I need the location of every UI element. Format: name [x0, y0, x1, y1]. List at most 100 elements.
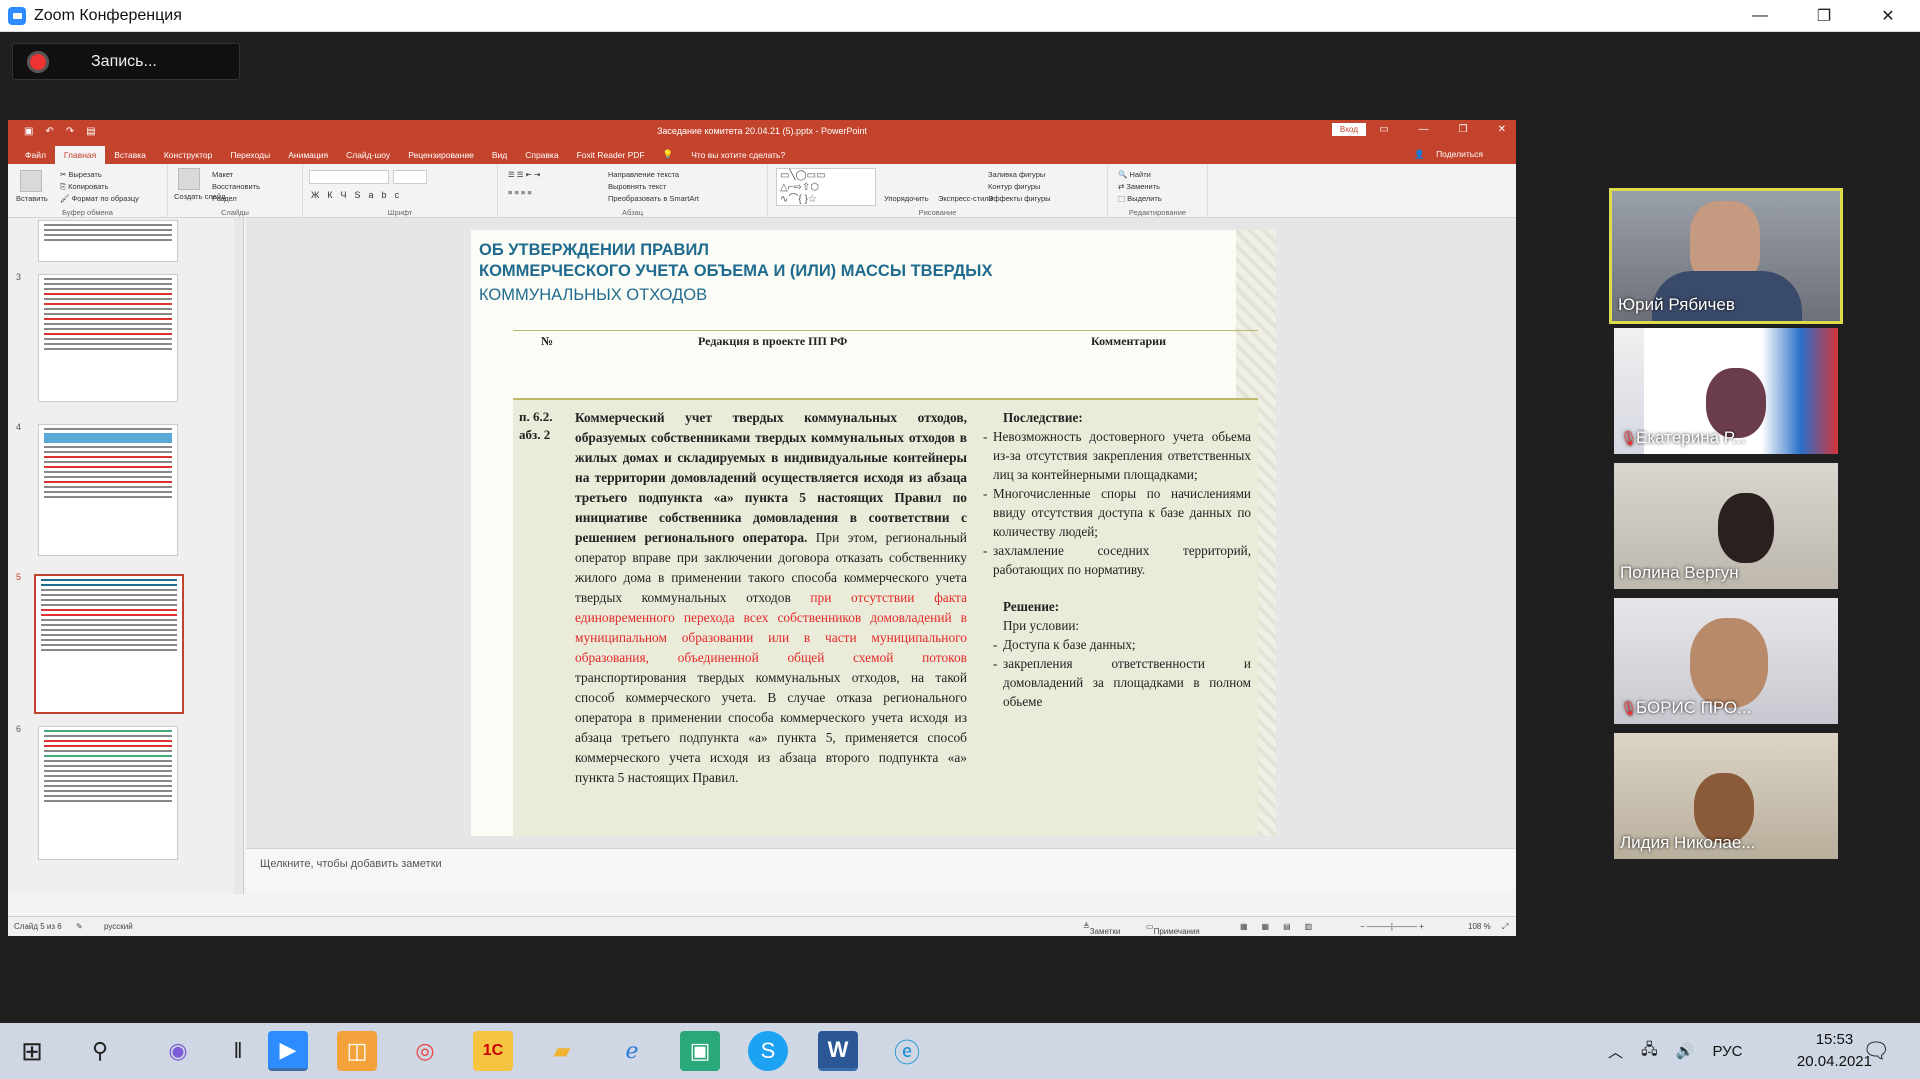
slide-thumbnail-selected[interactable]	[34, 574, 184, 714]
login-button[interactable]: Вход	[1331, 123, 1366, 136]
participant-tile[interactable]: 🎙Екатерина Р...	[1614, 328, 1838, 454]
taskview-icon[interactable]: ‖	[218, 1031, 258, 1071]
format-painter-button[interactable]: 🖌 Формат по образцу	[60, 194, 139, 203]
text-direction-button[interactable]: Направление текста	[608, 170, 679, 179]
ppt-close-button[interactable]: ✕	[1498, 124, 1506, 135]
editing-group: 🔍 Найти ⇄ Заменить ⬚ Выделить Редактиров…	[1108, 164, 1208, 218]
language-indicator[interactable]: русский	[104, 922, 133, 931]
slides-group-label: Слайды	[221, 208, 249, 217]
volume-icon[interactable]: 🔊	[1676, 1042, 1695, 1060]
smartart-button[interactable]: Преобразовать в SmartArt	[608, 194, 699, 203]
paste-label[interactable]: Вставить	[16, 194, 48, 203]
network-icon[interactable]: 🖧	[1641, 1039, 1658, 1064]
align-text-button[interactable]: Выровнять текст	[608, 182, 666, 191]
zoom-level[interactable]: 108 %	[1468, 922, 1491, 931]
file-explorer-icon[interactable]: ▰	[542, 1031, 582, 1071]
assistant-icon[interactable]: ◉	[158, 1031, 198, 1071]
tab-insert[interactable]: Вставка	[105, 146, 155, 164]
notes-pane[interactable]: Щелкните, чтобы добавить заметки	[246, 848, 1516, 892]
participant-tile[interactable]: Полина Вергун	[1614, 463, 1838, 589]
tab-home[interactable]: Главная	[54, 146, 106, 164]
minimize-button[interactable]: —	[1728, 0, 1792, 32]
notifications-icon[interactable]: 🗨	[1856, 1031, 1896, 1071]
tab-design[interactable]: Конструктор	[155, 146, 221, 164]
layout-button[interactable]: Макет	[212, 170, 233, 179]
spellcheck-icon[interactable]: ✎	[76, 922, 83, 931]
slide-thumbnail[interactable]	[38, 220, 178, 262]
bullets-button[interactable]: ☰ ☰ ⇤ ⇥	[508, 170, 540, 179]
slide-counter: Слайд 5 из 6	[14, 922, 62, 931]
font-style-buttons[interactable]: ЖКЧSabc	[311, 190, 407, 200]
tab-view[interactable]: Вид	[483, 146, 516, 164]
tab-slideshow[interactable]: Слайд-шоу	[337, 146, 399, 164]
comments-toggle[interactable]: ▭ Примечания	[1146, 922, 1200, 936]
current-slide[interactable]: ОБ УТВЕРЖДЕНИИ ПРАВИЛ КОММЕРЧЕСКОГО УЧЕТ…	[471, 230, 1276, 836]
skype-icon[interactable]: S	[748, 1031, 788, 1071]
font-family-select[interactable]	[309, 170, 389, 184]
taskbar: ⊞ ⚲ ◉ ‖ ▶ ◫ ◎ 1С ▰ ℯ ▣ S W ⓔ ︿ 🖧 🔊 РУС 1…	[0, 1023, 1920, 1079]
new-slide-icon[interactable]	[178, 168, 200, 190]
cut-button[interactable]: ✂ Вырезать	[60, 170, 102, 179]
ribbon-display-icon[interactable]: ▭	[1379, 124, 1388, 135]
close-button[interactable]: ✕	[1856, 0, 1920, 32]
font-size-select[interactable]	[393, 170, 427, 184]
paste-icon[interactable]	[20, 170, 42, 192]
restore-button[interactable]: ❐	[1792, 0, 1856, 32]
reset-button[interactable]: Восстановить	[212, 182, 260, 191]
notes-toggle[interactable]: ≜ Заметки	[1083, 922, 1120, 936]
find-button[interactable]: 🔍 Найти	[1118, 170, 1151, 179]
fit-slide-icon[interactable]: ⤢	[1502, 922, 1508, 932]
edge-icon[interactable]: ⓔ	[887, 1031, 927, 1071]
slide-number: 3	[16, 272, 22, 282]
recording-indicator[interactable]: Запись...	[12, 43, 240, 80]
replace-button[interactable]: ⇄ Заменить	[1118, 182, 1160, 191]
thumbnails-scrollbar[interactable]	[234, 218, 243, 894]
share-button[interactable]: 👤 Поделиться	[1414, 149, 1492, 160]
tell-me-search[interactable]: Что вы хотите сделать?	[682, 146, 794, 164]
tab-transitions[interactable]: Переходы	[221, 146, 279, 164]
app-icon[interactable]: ▣	[680, 1031, 720, 1071]
participant-video	[1690, 618, 1768, 708]
tab-review[interactable]: Рецензирование	[399, 146, 483, 164]
chrome-icon[interactable]: ◎	[405, 1031, 445, 1071]
ppt-restore-button[interactable]: ❐	[1459, 124, 1468, 135]
participant-tile[interactable]: Юрий Рябичев	[1609, 188, 1843, 324]
shape-effects-button[interactable]: Эффекты фигуры	[988, 194, 1051, 203]
copy-button[interactable]: ⎘ Копировать	[60, 182, 108, 192]
tab-animations[interactable]: Анимация	[279, 146, 337, 164]
shape-outline-button[interactable]: Контур фигуры	[988, 182, 1040, 191]
internet-explorer-icon[interactable]: ℯ	[612, 1031, 652, 1071]
shape-fill-button[interactable]: Заливка фигуры	[988, 170, 1045, 179]
tab-file[interactable]: Файл	[16, 146, 55, 164]
shapes-gallery[interactable]: ▭╲◯▭▭ △⌐⇨⇧⬡ ∿⌒{ }☆	[776, 168, 876, 206]
input-language[interactable]: РУС	[1712, 1043, 1742, 1060]
1c-app-icon[interactable]: 1С	[473, 1031, 513, 1071]
select-button[interactable]: ⬚ Выделить	[1118, 194, 1162, 203]
align-buttons[interactable]: ≡ ≡ ≡ ≡	[508, 188, 532, 197]
quick-styles-button[interactable]: Экспресс-стили	[938, 194, 993, 203]
search-icon[interactable]: ⚲	[80, 1031, 120, 1071]
tray-expand-icon[interactable]: ︿	[1608, 1041, 1623, 1062]
word-icon[interactable]: W	[818, 1031, 858, 1071]
participant-tile[interactable]: Лидия Николае...	[1614, 733, 1838, 859]
slide-thumbnail[interactable]	[38, 726, 178, 860]
zoom-logo-icon	[8, 6, 26, 25]
zoom-titlebar: Zoom Конференция — ❐ ✕	[0, 0, 1920, 32]
solution-heading: Решение:	[1003, 599, 1060, 614]
slide-thumbnail[interactable]	[38, 274, 178, 402]
zoom-app-icon[interactable]: ▶	[268, 1031, 308, 1071]
photo-app-icon[interactable]: ◫	[337, 1031, 377, 1071]
ppt-minimize-button[interactable]: —	[1419, 124, 1429, 135]
arrange-button[interactable]: Упорядочить	[884, 194, 929, 203]
consequence-item: Многочисленные споры по начислениями вви…	[983, 484, 1251, 541]
view-buttons[interactable]: ▦▦▤▥	[1240, 922, 1326, 931]
start-windows-icon[interactable]: ⊞	[12, 1031, 52, 1071]
participant-tile[interactable]: 🎙БОРИС ПРО...	[1614, 598, 1838, 724]
col-comments-header: Комментарии	[1091, 334, 1167, 348]
zoom-slider[interactable]: − ———|——— +	[1360, 922, 1424, 931]
tab-help[interactable]: Справка	[516, 146, 567, 164]
slide-thumbnail[interactable]	[38, 424, 178, 556]
copy-label: Копировать	[68, 182, 109, 191]
section-button[interactable]: Раздел	[212, 194, 237, 203]
tab-foxit[interactable]: Foxit Reader PDF	[568, 146, 654, 164]
